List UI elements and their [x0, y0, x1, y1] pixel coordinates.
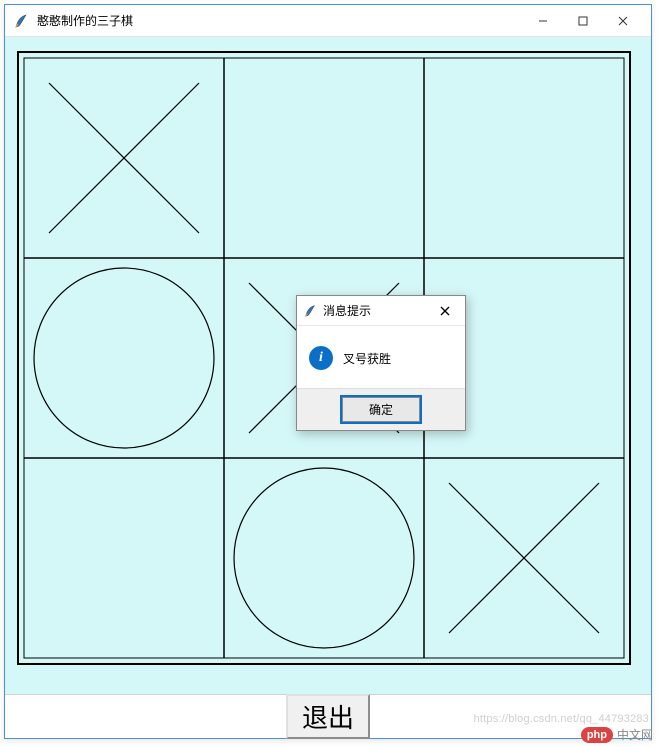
site-watermark: php 中文网: [581, 726, 653, 743]
php-badge: php: [581, 727, 613, 743]
cell-2-0[interactable]: [24, 458, 224, 658]
window-controls: [523, 7, 643, 35]
dialog-titlebar[interactable]: 消息提示: [297, 296, 465, 326]
blog-watermark: https://blog.csdn.net/qq_44793283: [474, 713, 649, 725]
cell-2-2[interactable]: [424, 458, 624, 658]
dialog-footer: 确定: [297, 388, 465, 430]
dialog-app-icon: [303, 304, 317, 318]
close-button[interactable]: [603, 7, 643, 35]
dialog-body: i 叉号获胜: [297, 326, 465, 388]
cell-0-0[interactable]: [24, 58, 224, 258]
info-icon: i: [309, 346, 333, 370]
dialog-message: 叉号获胜: [343, 350, 391, 367]
maximize-button[interactable]: [563, 7, 603, 35]
minimize-button[interactable]: [523, 7, 563, 35]
message-dialog: 消息提示 i 叉号获胜 确定: [296, 295, 466, 431]
ok-button[interactable]: 确定: [342, 397, 420, 422]
watermark-text: 中文网: [617, 726, 653, 743]
cell-1-0[interactable]: [24, 258, 224, 458]
dialog-title: 消息提示: [323, 302, 431, 319]
app-icon: [13, 13, 29, 29]
window-title: 憨憨制作的三子棋: [37, 12, 523, 29]
cell-0-1[interactable]: [224, 58, 424, 258]
main-titlebar[interactable]: 憨憨制作的三子棋: [5, 5, 651, 37]
exit-button[interactable]: 退出: [286, 694, 370, 739]
cell-0-2[interactable]: [424, 58, 624, 258]
cell-2-1[interactable]: [224, 458, 424, 658]
dialog-close-button[interactable]: [431, 300, 459, 322]
